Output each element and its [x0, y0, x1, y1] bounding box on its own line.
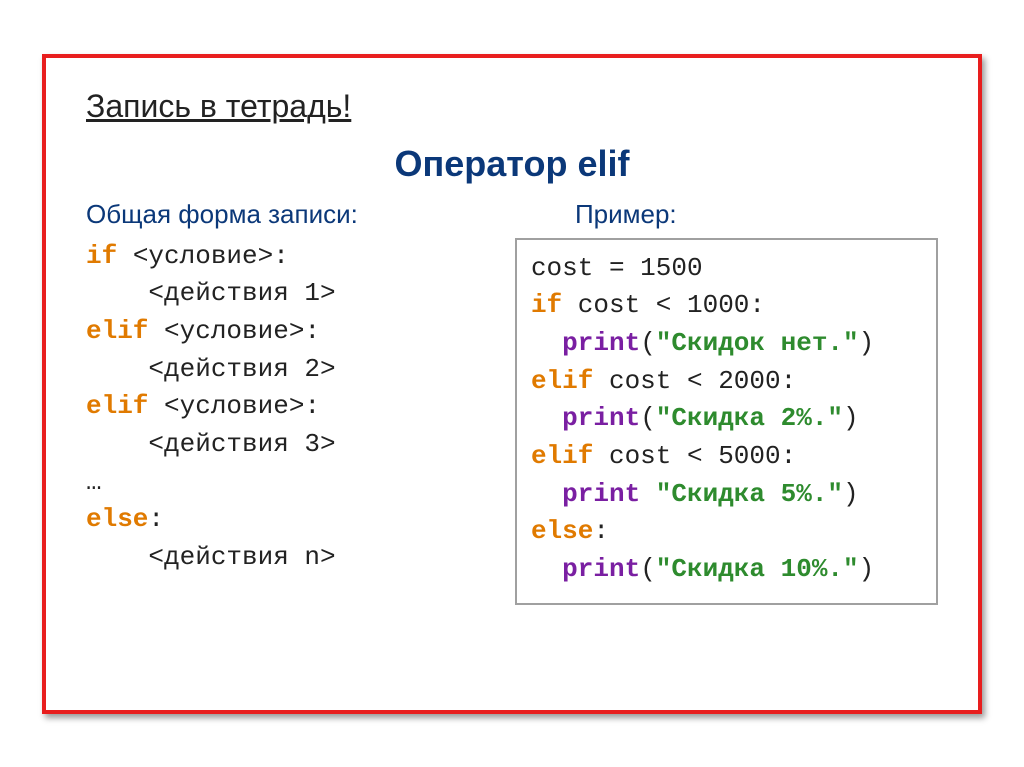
paren: ) — [859, 554, 875, 584]
code-text: <действия n> — [86, 542, 336, 572]
indent — [531, 403, 562, 433]
code-text: : — [148, 504, 164, 534]
kw-elif: elif — [86, 316, 148, 346]
string-literal: "Скидка 10%." — [656, 554, 859, 584]
column-example: Пример: cost = 1500 if cost < 1000: prin… — [515, 199, 938, 605]
code-text: <условие>: — [117, 241, 289, 271]
code-text: <действия 1> — [86, 278, 336, 308]
kw-else: else — [531, 516, 593, 546]
paren: ( — [640, 554, 656, 584]
example-code-box: cost = 1500 if cost < 1000: print("Скидо… — [515, 238, 938, 605]
general-form-heading: Общая форма записи: — [86, 199, 495, 230]
paren: ( — [640, 403, 656, 433]
example-heading: Пример: — [515, 199, 938, 230]
fn-print: print — [562, 328, 640, 358]
kw-elif: elif — [531, 366, 593, 396]
fn-print: print — [562, 554, 640, 584]
kw-else: else — [86, 504, 148, 534]
main-title: Оператор elif — [86, 143, 938, 185]
column-general-form: Общая форма записи: if <условие>: <дейст… — [86, 199, 495, 605]
kw-if: if — [531, 290, 562, 320]
indent — [531, 554, 562, 584]
indent — [531, 328, 562, 358]
indent — [531, 479, 562, 509]
code-text: <действия 2> — [86, 354, 336, 384]
paren: ) — [843, 403, 859, 433]
paren: ) — [843, 479, 859, 509]
string-literal: "Скидка 2%." — [656, 403, 843, 433]
fn-print: print — [562, 403, 640, 433]
slide-frame: Запись в тетрадь! Оператор elif Общая фо… — [42, 54, 982, 714]
code-text: <условие>: — [148, 316, 320, 346]
code-text: cost = 1500 — [531, 253, 703, 283]
kw-elif: elif — [86, 391, 148, 421]
space — [640, 479, 656, 509]
code-text: cost < 5000: — [593, 441, 796, 471]
code-text: cost < 2000: — [593, 366, 796, 396]
code-text: <действия 3> — [86, 429, 336, 459]
paren: ( — [640, 328, 656, 358]
fn-print: print — [562, 479, 640, 509]
code-text: <условие>: — [148, 391, 320, 421]
kw-if: if — [86, 241, 117, 271]
general-form-code: if <условие>: <действия 1> elif <условие… — [86, 238, 495, 577]
paren: ) — [859, 328, 875, 358]
content-columns: Общая форма записи: if <условие>: <дейст… — [86, 199, 938, 605]
note-title: Запись в тетрадь! — [86, 88, 938, 125]
code-text: cost < 1000: — [562, 290, 765, 320]
code-text: : — [593, 516, 609, 546]
code-text: … — [86, 467, 102, 497]
string-literal: "Скидок нет." — [656, 328, 859, 358]
string-literal: "Скидка 5%." — [656, 479, 843, 509]
kw-elif: elif — [531, 441, 593, 471]
